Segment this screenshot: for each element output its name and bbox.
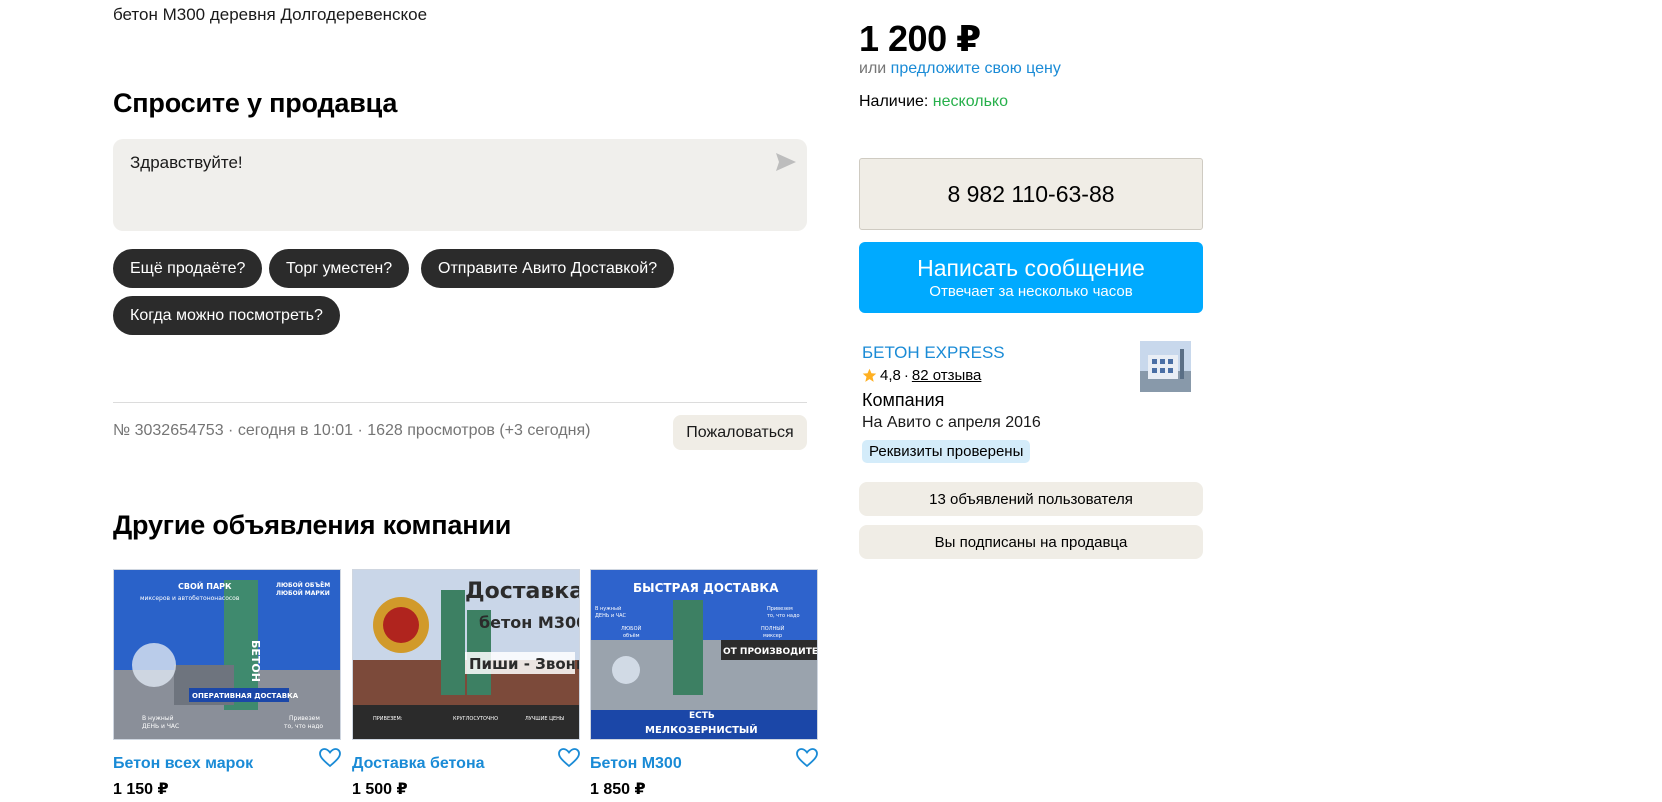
ad-card-image-text: ДЕНЬ и ЧАС (142, 723, 179, 730)
ad-card-image-text: то, что надо (767, 613, 800, 619)
ad-card-image-text: миксер (763, 633, 782, 639)
offer-price-link[interactable]: предложите свою цену (891, 60, 1061, 77)
ad-card-title[interactable]: Бетон М300 (590, 755, 682, 773)
ad-card-image-text: объём (623, 633, 640, 639)
ad-card-image-text: МЕЛКОЗЕРНИСТЫЙ (645, 723, 758, 736)
listing-description: бетон М300 деревня Долгодеревенское (113, 5, 428, 24)
ad-card-image-text: ЛУЧШИЕ ЦЕНЫ (525, 716, 564, 722)
ad-card-image-text: ОТ ПРОИЗВОДИТЕЛЯ (723, 647, 818, 657)
ad-card-image-text: В нужный (595, 605, 621, 612)
listing-price: 1 200 ₽ (859, 18, 981, 59)
write-message-label: Написать сообщение (917, 254, 1145, 281)
ad-card-title[interactable]: Бетон всех марок (113, 755, 253, 773)
availability-value: несколько (932, 93, 1009, 110)
ad-card-image-text: В нужный (142, 715, 174, 722)
quick-question-delivery[interactable]: Отправите Авито Доставкой? (421, 249, 675, 288)
message-input-value: Здравствуйте! (130, 153, 243, 172)
star-icon (862, 368, 877, 382)
availability-label: Наличие: (859, 93, 929, 110)
quick-question-bargain[interactable]: Торг уместен? (269, 249, 410, 288)
send-icon[interactable] (775, 152, 797, 172)
ad-card-image-text: БЫСТРАЯ ДОСТАВКА (633, 581, 779, 595)
seller-rating: 4,8 · 82 отзыва (862, 367, 981, 384)
ad-card[interactable]: СВОЙ ПАРК миксеров и автобетононасосов Л… (113, 569, 341, 798)
rating-value: 4,8 (880, 367, 901, 384)
offer-line: или предложите свою цену (859, 60, 1061, 78)
other-ads-title: Другие объявления компании (113, 510, 512, 540)
ad-card-image-text: ЛЮБОЙ МАРКИ (276, 589, 330, 597)
ad-card-image-text: то, что надо (284, 723, 323, 730)
quick-question-when-view[interactable]: Когда можно посмотреть? (113, 296, 340, 335)
ad-card-image-text: Привезем (289, 715, 320, 722)
complain-button[interactable]: Пожаловаться (673, 415, 807, 450)
ad-card-image-text: БЕТОН (249, 640, 262, 682)
offer-or-label: или (859, 60, 887, 77)
show-phone-button[interactable]: 8 982 110-63-88 (859, 158, 1203, 230)
favorite-heart-icon[interactable] (796, 748, 818, 768)
ad-card-image-text: ЛЮБОЙ ОБЪЁМ (276, 581, 330, 589)
ad-card-price: 1 150 ₽ (113, 781, 169, 798)
ad-card[interactable]: Доставка бетон М300 Пиши - Звони ПРИВЕЗЕ… (352, 569, 580, 798)
ad-card-image-text: СВОЙ ПАРК (178, 580, 232, 591)
seller-name-link[interactable]: БЕТОН EXPRESS (862, 343, 1005, 363)
ad-card-image-text: Доставка (465, 579, 580, 604)
ad-card-image-text: Пиши - Звони (469, 655, 580, 673)
ad-card-image-text: бетон М300 (479, 613, 580, 632)
ad-card-image-text: ЛЮБОЙ (621, 625, 642, 632)
rating-separator: · (903, 367, 909, 384)
write-message-button[interactable]: Написать сообщение Отвечает за несколько… (859, 242, 1203, 313)
seller-ads-button[interactable]: 13 объявлений пользователя (859, 482, 1203, 516)
response-time-label: Отвечает за несколько часов (929, 282, 1133, 300)
ad-card-image-text: ПОЛНЫЙ (761, 625, 785, 632)
reviews-link[interactable]: 82 отзыва (912, 367, 982, 384)
listing-meta: № 3032654753 · сегодня в 10:01 · 1628 пр… (113, 422, 591, 439)
message-input[interactable]: Здравствуйте! (113, 139, 807, 231)
ad-card-image[interactable]: Доставка бетон М300 Пиши - Звони ПРИВЕЗЕ… (352, 569, 580, 740)
ad-card-image-text: ПРИВЕЗЕМ: (373, 716, 403, 722)
favorite-heart-icon[interactable] (558, 748, 580, 768)
ad-card-image[interactable]: СВОЙ ПАРК миксеров и автобетононасосов Л… (113, 569, 341, 740)
favorite-heart-icon[interactable] (319, 748, 341, 768)
ad-card-image-text: ДЕНЬ и ЧАС (595, 613, 627, 619)
ad-card-image-text: Привезем (767, 606, 793, 612)
ad-card-image-text: ЕСТЬ (689, 711, 715, 721)
seller-avatar[interactable] (1140, 341, 1191, 392)
ad-card-image-text: ОПЕРАТИВНАЯ ДОСТАВКА (192, 692, 299, 700)
subscribe-button[interactable]: Вы подписаны на продавца (859, 525, 1203, 559)
seller-type: Компания (862, 390, 945, 410)
ad-card-image-text: миксеров и автобетононасосов (140, 595, 240, 602)
ad-card-image[interactable]: БЫСТРАЯ ДОСТАВКА В нужный ДЕНЬ и ЧАС При… (590, 569, 818, 740)
ask-seller-title: Спросите у продавца (113, 88, 398, 118)
seller-since: На Авито с апреля 2016 (862, 414, 1041, 431)
ad-card-price: 1 850 ₽ (590, 781, 646, 798)
ad-card-price: 1 500 ₽ (352, 781, 408, 798)
verified-badge: Реквизиты проверены (862, 440, 1031, 463)
ad-card-title[interactable]: Доставка бетона (352, 755, 485, 773)
quick-question-still-selling[interactable]: Ещё продаёте? (113, 249, 263, 288)
availability-line: Наличие: несколько (859, 93, 1008, 111)
divider (113, 402, 807, 403)
ad-card[interactable]: БЫСТРАЯ ДОСТАВКА В нужный ДЕНЬ и ЧАС При… (590, 569, 818, 798)
ad-card-image-text: КРУГЛОСУТОЧНО (453, 716, 498, 722)
